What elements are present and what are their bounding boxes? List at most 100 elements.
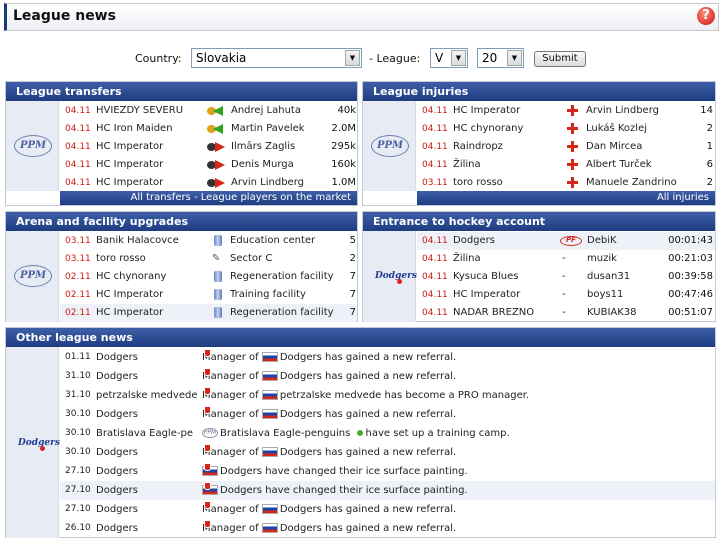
injury-player-link[interactable]: Manuele Zandrino: [586, 174, 696, 192]
facility-icon: [214, 235, 222, 246]
news-team-link[interactable]: Dodgers: [96, 519, 200, 538]
flag-slovakia-icon: [261, 523, 278, 533]
league-number-select-value: 20: [482, 51, 498, 65]
transfer-team-link[interactable]: HC Imperator: [96, 156, 206, 174]
news-message: Manager of Dodgers has gained a new refe…: [202, 405, 712, 424]
league-select-value: V: [435, 51, 444, 65]
transfer-player-link[interactable]: Denis Murga: [231, 156, 326, 174]
news-team-link[interactable]: Dodgers: [96, 462, 200, 481]
news-team-link[interactable]: Dodgers: [96, 443, 200, 462]
injury-team-link[interactable]: HC Imperator: [453, 102, 563, 120]
news-message: Manager of Dodgers has gained a new refe…: [202, 443, 712, 462]
upgrade-team-link[interactable]: toro rosso: [96, 250, 206, 268]
entrance-user-link[interactable]: muzik: [587, 250, 657, 268]
table-row: 04.11 HC Imperator - boys11 00:47:46: [417, 286, 715, 304]
transfer-team-link[interactable]: HC Imperator: [96, 138, 206, 156]
entrance-team-link[interactable]: HC Imperator: [453, 286, 558, 304]
upgrade-team-link[interactable]: Banik Halacovce: [96, 232, 206, 250]
news-team-link[interactable]: Dodgers: [96, 500, 200, 519]
table-row: 04.11 Žilina - muzik 00:21:03: [417, 250, 715, 268]
injury-team-link[interactable]: Žilina: [453, 156, 563, 174]
transfer-in-icon: [207, 124, 227, 134]
transfer-player-link[interactable]: Andrej Lahuta: [231, 102, 326, 120]
injury-cross-icon: [567, 159, 578, 170]
upgrade-date: 02.11: [65, 290, 91, 300]
news-subject-link[interactable]: Dodgers: [220, 466, 262, 477]
entrance-date: 04.11: [422, 254, 448, 264]
news-team-link[interactable]: Dodgers: [96, 348, 200, 367]
injury-player-link[interactable]: Albert Turček: [586, 156, 696, 174]
news-subject-link[interactable]: Dodgers: [220, 485, 262, 496]
news-message: Manager of petrzalske medvede has become…: [202, 386, 712, 405]
news-message-text: have set up a training camp.: [365, 428, 510, 439]
news-team-link[interactable]: Dodgers: [96, 481, 200, 500]
injury-team-link[interactable]: HC chynorany: [453, 120, 563, 138]
news-subject-link[interactable]: Dodgers: [280, 447, 322, 458]
entrance-date: 04.11: [422, 308, 448, 318]
transfer-team-link[interactable]: HC Imperator: [96, 174, 206, 192]
arrow-icon: [215, 178, 225, 188]
transfer-player-link[interactable]: Arvin Lindberg: [231, 174, 326, 192]
entrance-date: 04.11: [422, 236, 448, 246]
transfer-value: 295k: [331, 141, 356, 152]
transfers-footer[interactable]: All transfers - League players on the ma…: [60, 191, 357, 205]
all-injuries-link[interactable]: All injuries: [657, 192, 709, 203]
entrance-panel: Entrance to hockey account Dodgers 04.11…: [362, 211, 716, 322]
entrance-time: 00:47:46: [668, 289, 713, 300]
entrance-user-link[interactable]: KUBIAK38: [587, 304, 657, 322]
table-row: 01.11 Dodgers Manager of Dodgers has gaine…: [60, 348, 715, 367]
transfer-team-link[interactable]: HC Iron Maiden: [96, 120, 206, 138]
injury-team-link[interactable]: Raindropz: [453, 138, 563, 156]
flag-slovakia-icon: [202, 485, 218, 495]
country-select-value: Slovakia: [196, 51, 247, 65]
league-number-select[interactable]: 20 ▼: [477, 48, 524, 68]
injury-team-link[interactable]: toro rosso: [453, 174, 563, 192]
help-icon[interactable]: ?: [697, 7, 715, 25]
upgrade-level: 7: [349, 307, 356, 318]
news-date: 31.10: [65, 390, 91, 400]
injuries-footer[interactable]: All injuries: [417, 191, 715, 205]
entrance-team-link[interactable]: NADAR BREZNO: [453, 304, 558, 322]
news-message: Dodgers have changed their ice surface p…: [202, 481, 712, 500]
all-transfers-link[interactable]: All transfers - League players on the ma…: [131, 192, 351, 203]
news-subject-link[interactable]: Dodgers: [280, 504, 322, 515]
news-message-text: has gained a new referral.: [325, 409, 457, 420]
news-team-link[interactable]: Bratislava Eagle-pe: [96, 424, 200, 443]
flag-slovakia-icon: [202, 466, 218, 476]
entrance-team-link[interactable]: Dodgers: [453, 232, 558, 250]
news-subject-link[interactable]: Dodgers: [280, 352, 322, 363]
entrance-team-link[interactable]: Žilina: [453, 250, 558, 268]
arrow-icon: [215, 160, 225, 170]
upgrade-team-link[interactable]: HC Imperator: [96, 286, 206, 304]
arrow-icon: [213, 124, 223, 134]
table-row: 04.11 HC Imperator Arvin Lindberg 14: [417, 102, 715, 120]
entrance-user-link[interactable]: boys11: [587, 286, 657, 304]
news-subject-link[interactable]: Dodgers: [280, 371, 322, 382]
league-select[interactable]: V ▼: [430, 48, 468, 68]
injury-player-link[interactable]: Arvin Lindberg: [586, 102, 696, 120]
transfer-player-link[interactable]: Ilmārs Zaglis: [231, 138, 326, 156]
submit-button[interactable]: Submit: [534, 51, 586, 67]
news-message-text: has gained a new referral.: [325, 352, 457, 363]
flag-slovakia-icon: [261, 371, 278, 381]
transfer-player-link[interactable]: Martin Pavelek: [231, 120, 326, 138]
chevron-down-icon: ▼: [345, 50, 360, 66]
news-team-link[interactable]: Dodgers: [96, 405, 200, 424]
entrance-time: 00:01:43: [668, 235, 713, 246]
upgrade-team-link[interactable]: HC Imperator: [96, 304, 206, 322]
entrance-user-link[interactable]: DebiK: [587, 232, 657, 250]
injury-player-link[interactable]: Lukáš Kozlej: [586, 120, 696, 138]
dodgers-logo: Dodgers: [18, 431, 60, 455]
upgrade-team-link[interactable]: HC chynorany: [96, 268, 206, 286]
injury-player-link[interactable]: Dan Mircea: [586, 138, 696, 156]
news-subject-link[interactable]: Dodgers: [280, 409, 322, 420]
transfer-team-link[interactable]: HVIEZDY SEVERU: [96, 102, 206, 120]
news-subject-link[interactable]: Bratislava Eagle-penguins: [220, 428, 350, 439]
news-subject-link[interactable]: Dodgers: [280, 523, 322, 534]
entrance-team-link[interactable]: Kysuca Blues: [453, 268, 558, 286]
entrance-user-link[interactable]: dusan31: [587, 268, 657, 286]
news-team-link[interactable]: petrzalske medvede: [96, 386, 200, 405]
news-subject-link[interactable]: petrzalske medvede: [280, 390, 381, 401]
country-select[interactable]: Slovakia ▼: [191, 48, 362, 68]
news-team-link[interactable]: Dodgers: [96, 367, 200, 386]
